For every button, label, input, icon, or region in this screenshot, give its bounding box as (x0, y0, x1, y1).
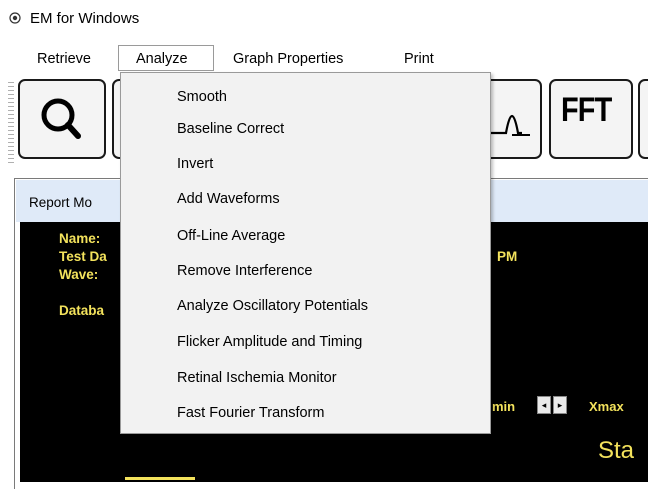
zoom-button[interactable] (18, 79, 106, 159)
menu-graph-properties[interactable]: Graph Properties (233, 49, 343, 69)
xmin-label: min (492, 399, 516, 414)
test-date-label: Test Da (59, 249, 107, 264)
patient-name-label: Name: (59, 231, 101, 246)
xmin-increase-button[interactable]: ▸ (553, 396, 567, 414)
toolbar-grip[interactable] (8, 82, 14, 166)
menu-analyze[interactable]: Analyze (118, 45, 214, 71)
wave-label: Wave: (59, 267, 99, 282)
menu-item-baseline-correct[interactable]: Baseline Correct (177, 120, 284, 138)
menu-print[interactable]: Print (404, 49, 434, 69)
xmin-decrease-button[interactable]: ◂ (537, 396, 551, 414)
menu-item-fast-fourier-transform[interactable]: Fast Fourier Transform (177, 404, 324, 422)
menu-retrieve[interactable]: Retrieve (37, 49, 91, 69)
menu-item-off-line-average[interactable]: Off-Line Average (177, 227, 285, 245)
report-title: Report Mo (29, 195, 93, 210)
menu-item-invert[interactable]: Invert (177, 155, 213, 173)
toolbar-button-partial[interactable] (638, 79, 648, 159)
menu-item-flicker-amplitude-and-timing[interactable]: Flicker Amplitude and Timing (177, 333, 362, 351)
window-title: EM for Windows (30, 10, 140, 27)
fft-label: FFT (561, 91, 612, 129)
menu-item-smooth[interactable]: Smooth (177, 88, 227, 106)
xmax-label: Xmax (589, 399, 624, 414)
fft-button[interactable]: FFT (549, 79, 633, 159)
dropdown-icon-gutter (121, 73, 159, 433)
app-icon (9, 12, 21, 24)
magnifier-icon (41, 98, 81, 139)
database-label: Databa (59, 303, 105, 318)
menu-item-remove-interference[interactable]: Remove Interference (177, 262, 312, 280)
test-time-pm: PM (497, 249, 518, 264)
start-label: Sta (598, 437, 635, 464)
menu-item-retinal-ischemia-monitor[interactable]: Retinal Ischemia Monitor (177, 369, 337, 387)
menu-item-analyze-oscillatory-potentials[interactable]: Analyze Oscillatory Potentials (177, 297, 368, 315)
menu-item-add-waveforms[interactable]: Add Waveforms (177, 190, 280, 208)
